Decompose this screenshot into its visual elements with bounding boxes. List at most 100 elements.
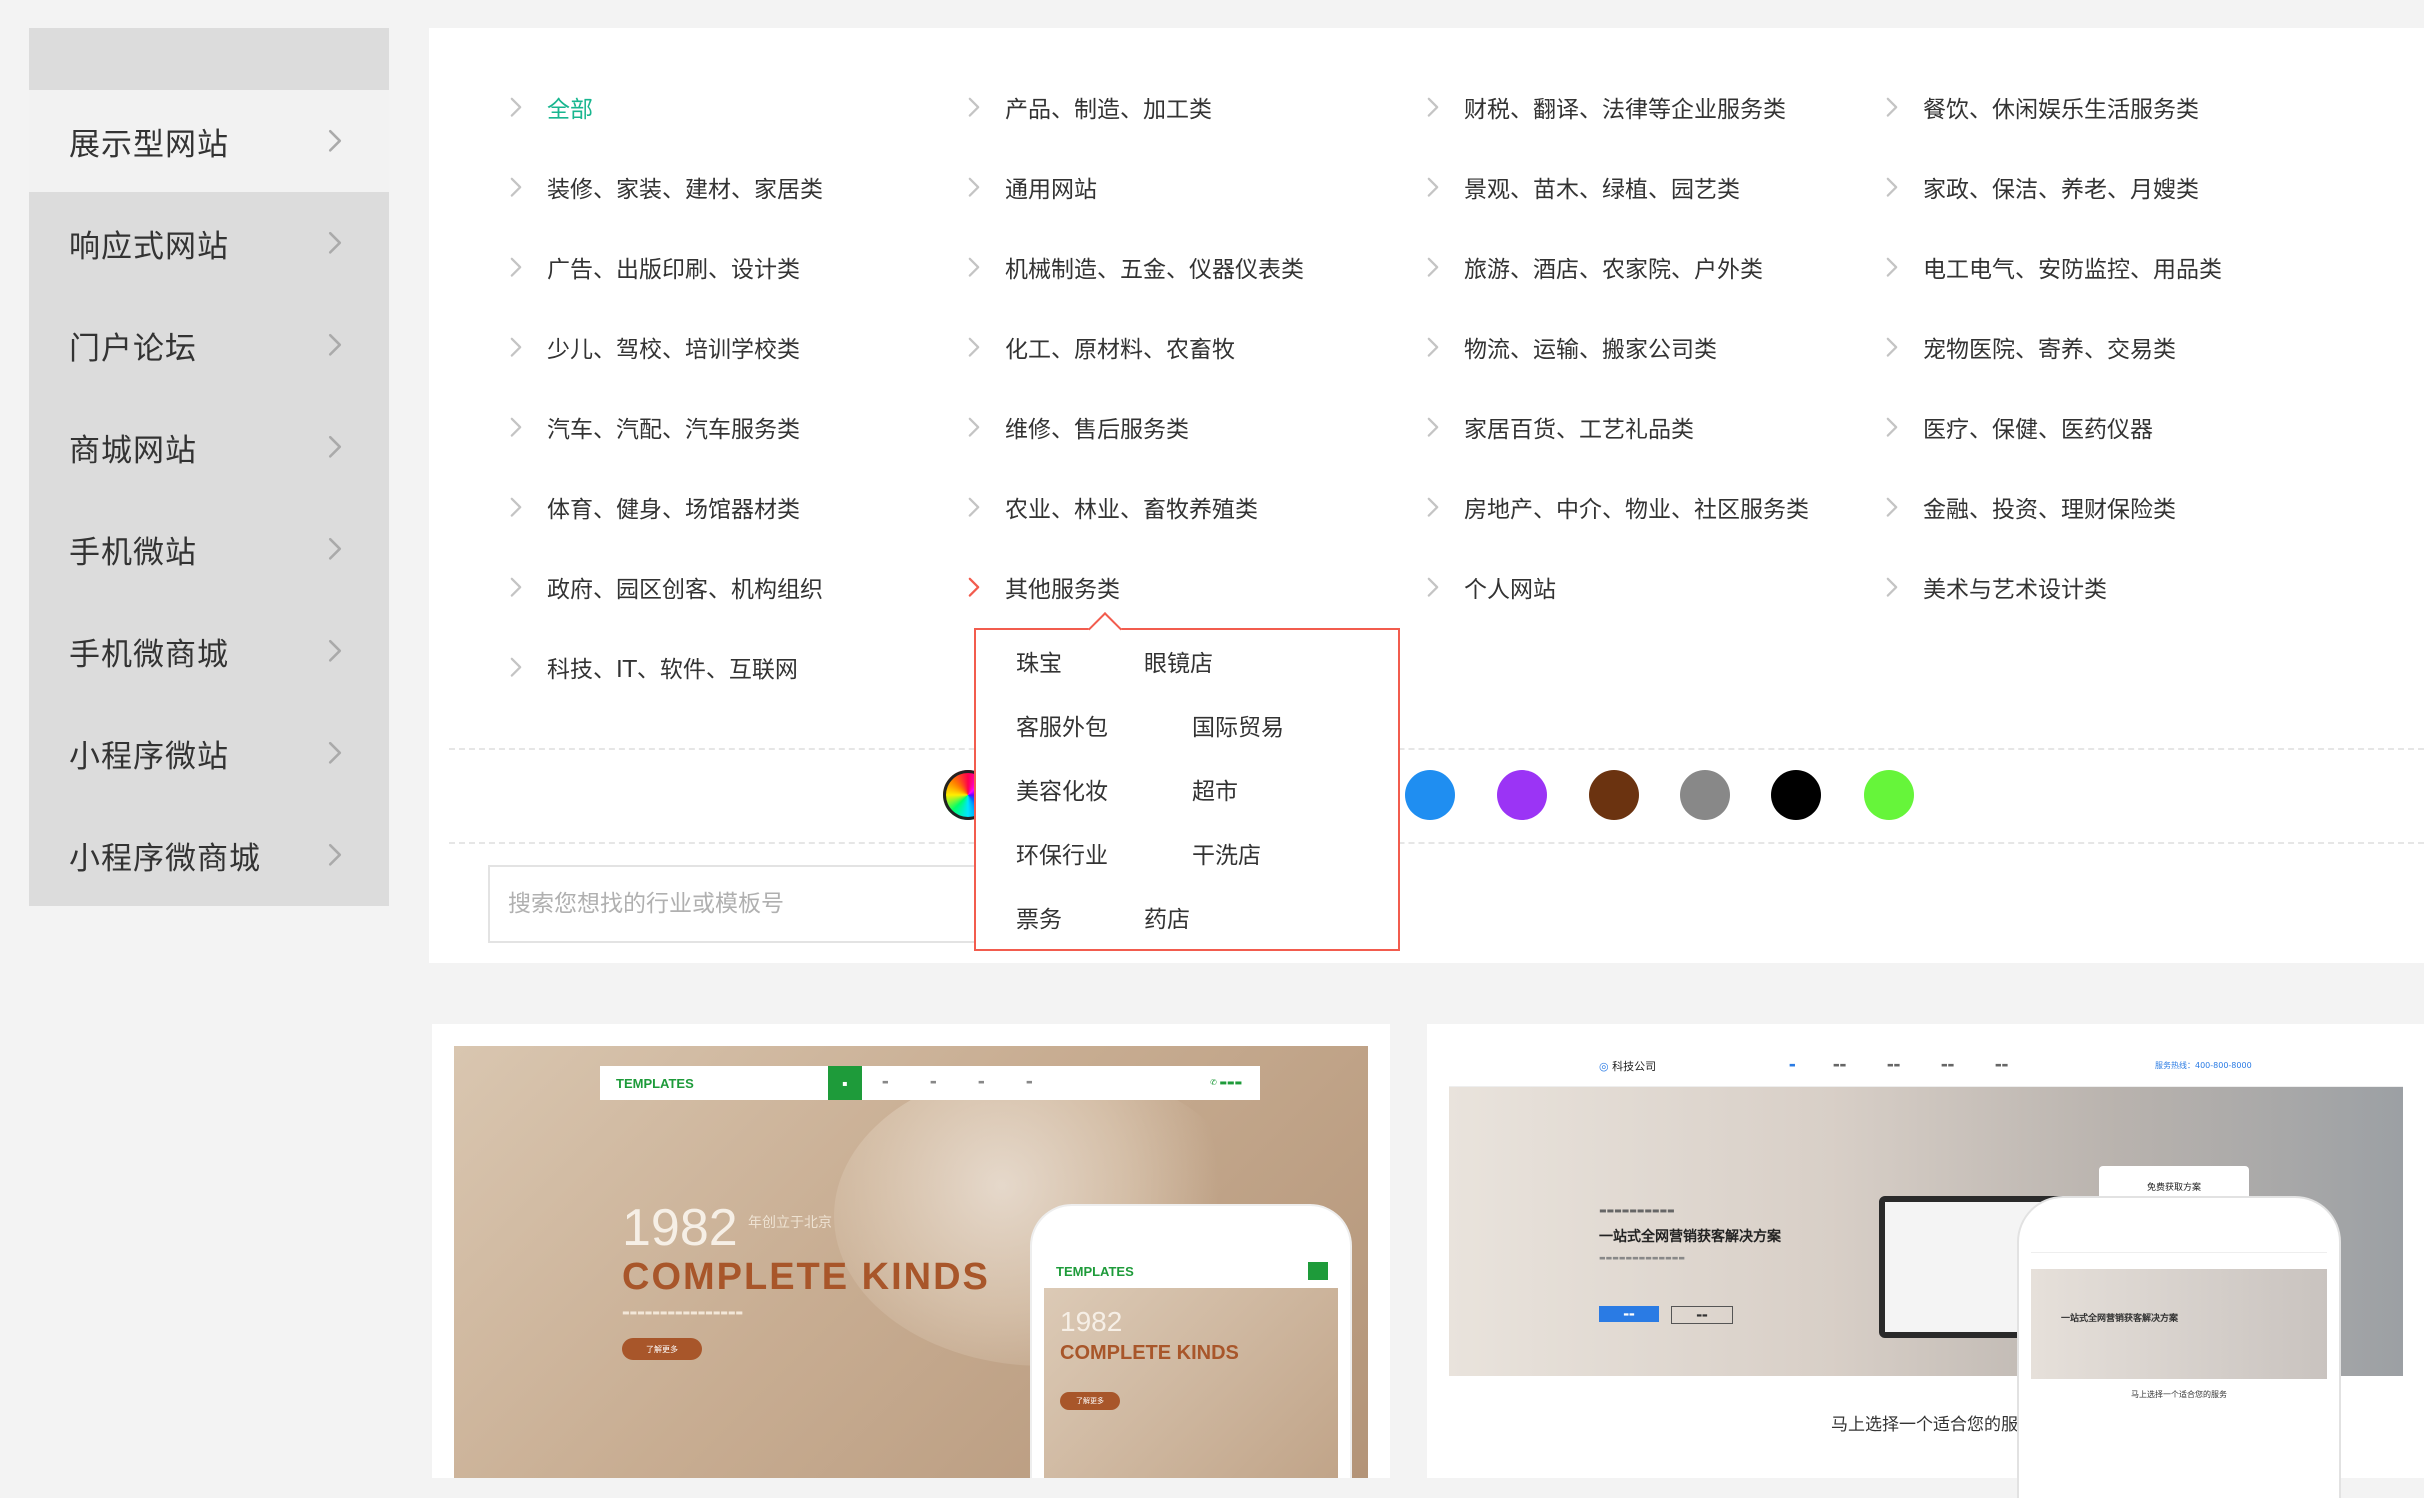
mobile-preview: 一站式全网营销获客解决方案 马上选择一个适合您的服务 — [2019, 1198, 2339, 1498]
chevron-right-icon — [967, 576, 985, 598]
category-label: 通用网站 — [1005, 177, 1097, 203]
color-swatch[interactable] — [1680, 770, 1730, 820]
category-item[interactable]: 家居百货、工艺礼品类 — [1426, 402, 1694, 452]
dropdown-item[interactable]: 国际贸易 — [1192, 708, 1284, 742]
category-item[interactable]: 体育、健身、场馆器材类 — [509, 482, 800, 532]
template-card[interactable]: ▬▬▬▬▬▬▬▬▬▬ 一站式全网营销获客解决方案 ▬▬▬▬▬▬▬▬▬▬▬▬▬ ▬… — [1427, 1024, 2424, 1498]
nav-link: ▬ — [978, 1078, 985, 1086]
template-preview[interactable]: TEMPLATES ▪ ▬ ▬ ▬ ▬ ✆ ▬▬▬ 1982 年创立于北京 CO… — [454, 1046, 1368, 1478]
category-item[interactable]: 汽车、汽配、汽车服务类 — [509, 402, 800, 452]
category-item[interactable]: 其他服务类 — [967, 562, 1120, 612]
category-label: 科技、IT、软件、互联网 — [547, 657, 798, 683]
home-tab: ▪ — [828, 1066, 862, 1100]
sidebar-item[interactable]: 门户论坛 — [29, 294, 389, 396]
category-label: 广告、出版印刷、设计类 — [547, 257, 800, 283]
category-item[interactable]: 电工电气、安防监控、用品类 — [1885, 242, 2222, 292]
category-item[interactable]: 科技、IT、软件、互联网 — [509, 642, 798, 692]
color-swatch[interactable] — [1771, 770, 1821, 820]
category-item[interactable]: 个人网站 — [1426, 562, 1556, 612]
chevron-right-icon — [327, 230, 353, 256]
category-label: 机械制造、五金、仪器仪表类 — [1005, 257, 1304, 283]
sidebar-item[interactable]: 手机微站 — [29, 498, 389, 600]
hero-primary-button: ▬▬ — [1599, 1306, 1659, 1322]
category-item[interactable]: 装修、家装、建材、家居类 — [509, 162, 823, 212]
dropdown-item[interactable]: 眼镜店 — [1144, 644, 1213, 678]
category-item[interactable]: 医疗、保健、医药仪器 — [1885, 402, 2153, 452]
category-label: 餐饮、休闲娱乐生活服务类 — [1923, 97, 2199, 123]
dropdown-item[interactable]: 美容化妆 — [1016, 772, 1108, 806]
chevron-right-icon — [1426, 496, 1444, 518]
sidebar-item[interactable]: 展示型网站 — [29, 90, 389, 192]
hero-title: 一站式全网营销获客解决方案 — [1599, 1229, 1781, 1245]
category-item[interactable]: 财税、翻译、法律等企业服务类 — [1426, 82, 1786, 132]
category-item[interactable]: 机械制造、五金、仪器仪表类 — [967, 242, 1304, 292]
template-search-input[interactable] — [488, 865, 1008, 943]
sidebar-item[interactable]: 手机微商城 — [29, 600, 389, 702]
category-label: 景观、苗木、绿植、园艺类 — [1464, 177, 1740, 203]
dropdown-item[interactable]: 环保行业 — [1016, 836, 1108, 870]
category-item[interactable]: 通用网站 — [967, 162, 1097, 212]
dropdown-item[interactable]: 票务 — [1016, 900, 1062, 934]
dropdown-item[interactable]: 客服外包 — [1016, 708, 1108, 742]
logo-text: 科技公司 — [1612, 1060, 1657, 1073]
template-card[interactable]: TEMPLATES ▪ ▬ ▬ ▬ ▬ ✆ ▬▬▬ 1982 年创立于北京 CO… — [432, 1024, 1390, 1478]
color-swatch[interactable] — [1864, 770, 1914, 820]
sidebar-item[interactable]: 小程序微商城 — [29, 804, 389, 906]
category-label: 其他服务类 — [1005, 577, 1120, 603]
nav-link: ▬ — [882, 1078, 889, 1086]
category-item[interactable]: 美术与艺术设计类 — [1885, 562, 2107, 612]
category-label: 汽车、汽配、汽车服务类 — [547, 417, 800, 443]
color-swatch[interactable] — [1405, 770, 1455, 820]
sidebar-item[interactable]: 商城网站 — [29, 396, 389, 498]
category-item[interactable]: 房地产、中介、物业、社区服务类 — [1426, 482, 1809, 532]
chevron-right-icon — [967, 496, 985, 518]
divider — [449, 842, 2424, 844]
form-title: 免费获取方案 — [2146, 1183, 2201, 1193]
color-swatch[interactable] — [1497, 770, 1547, 820]
mobile-screen: TEMPLATES 1982 COMPLETE KINDS 了解更多 — [1044, 1254, 1338, 1478]
category-item[interactable]: 金融、投资、理财保险类 — [1885, 482, 2176, 532]
category-item[interactable]: 物流、运输、搬家公司类 — [1426, 322, 1717, 372]
sidebar-item-label: 手机微站 — [69, 534, 197, 571]
category-item[interactable]: 宠物医院、寄养、交易类 — [1885, 322, 2176, 372]
sidebar-item[interactable]: 响应式网站 — [29, 192, 389, 294]
category-item[interactable]: 少儿、驾校、培训学校类 — [509, 322, 800, 372]
template-phone: 服务热线：400-800-8000 — [2155, 1061, 2252, 1070]
dropdown-item[interactable]: 药店 — [1144, 900, 1190, 934]
template-nav: ◎ 科技公司 ▬ ▬▬ ▬▬ ▬▬ ▬▬ 服务热线：400-800-8000 — [1449, 1046, 2403, 1087]
mobile-preview: TEMPLATES 1982 COMPLETE KINDS 了解更多 — [1032, 1206, 1350, 1478]
chevron-right-icon — [1426, 416, 1444, 438]
category-item[interactable]: 维修、售后服务类 — [967, 402, 1189, 452]
chevron-right-icon — [1885, 336, 1903, 358]
chevron-right-icon — [1885, 256, 1903, 278]
sidebar-item[interactable]: 小程序微站 — [29, 702, 389, 804]
dropdown-item[interactable]: 干洗店 — [1192, 836, 1261, 870]
category-label: 金融、投资、理财保险类 — [1923, 497, 2176, 523]
mobile-headline: COMPLETE KINDS — [1060, 1342, 1239, 1364]
hero-secondary-button: ▬▬ — [1671, 1306, 1733, 1324]
category-item[interactable]: 餐饮、休闲娱乐生活服务类 — [1885, 82, 2199, 132]
chevron-right-icon — [327, 536, 353, 562]
dropdown-item[interactable]: 珠宝 — [1016, 644, 1062, 678]
divider — [449, 748, 2424, 750]
color-swatch[interactable] — [1589, 770, 1639, 820]
mobile-button: 了解更多 — [1060, 1392, 1120, 1410]
category-label: 美术与艺术设计类 — [1923, 577, 2107, 603]
nav-link: ▬ — [1789, 1061, 1796, 1069]
category-item[interactable]: 产品、制造、加工类 — [967, 82, 1212, 132]
category-item[interactable]: 景观、苗木、绿植、园艺类 — [1426, 162, 1740, 212]
category-item[interactable]: 化工、原材料、农畜牧 — [967, 322, 1235, 372]
category-label: 全部 — [547, 97, 593, 123]
category-item[interactable]: 旅游、酒店、农家院、户外类 — [1426, 242, 1763, 292]
category-item[interactable]: 农业、林业、畜牧养殖类 — [967, 482, 1258, 532]
category-item[interactable]: 全部 — [509, 82, 593, 132]
category-item[interactable]: 家政、保洁、养老、月嫂类 — [1885, 162, 2199, 212]
category-label: 宠物医院、寄养、交易类 — [1923, 337, 2176, 363]
sidebar-item-label: 展示型网站 — [69, 126, 229, 163]
category-item[interactable]: 政府、园区创客、机构组织 — [509, 562, 823, 612]
chevron-right-icon — [1426, 96, 1444, 118]
dropdown-item[interactable]: 超市 — [1192, 772, 1238, 806]
category-label: 房地产、中介、物业、社区服务类 — [1464, 497, 1809, 523]
mobile-section-title: 马上选择一个适合您的服务 — [2131, 1390, 2227, 1399]
category-item[interactable]: 广告、出版印刷、设计类 — [509, 242, 800, 292]
